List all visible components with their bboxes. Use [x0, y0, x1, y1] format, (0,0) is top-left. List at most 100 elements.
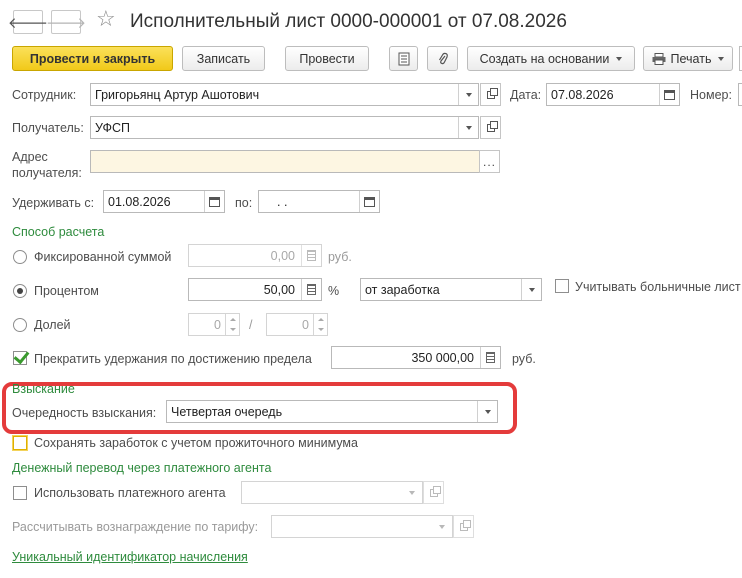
agent-header: Денежный перевод через платежного агента [12, 461, 272, 475]
create-based-on-button[interactable]: Создать на основании [467, 46, 635, 71]
ellipsis-icon: ... [482, 154, 496, 169]
calculator-icon [307, 250, 316, 261]
fee-tariff-dropdown-button[interactable] [432, 516, 452, 537]
fixed-sum-label[interactable]: Фиксированной суммой [34, 250, 171, 264]
keep-minimum-checkbox[interactable] [13, 436, 27, 450]
chevron-down-icon [465, 92, 472, 97]
calendar-icon [664, 89, 675, 100]
page-title: Исполнительный лист 0000-000001 от 07.08… [130, 11, 567, 32]
share-label[interactable]: Долей [34, 318, 71, 332]
priority-dropdown-button[interactable] [477, 401, 497, 422]
report-button[interactable] [389, 46, 418, 71]
stop-limit-unit: руб. [512, 352, 536, 366]
withhold-to-label: по: [235, 196, 253, 210]
fixed-sum-field[interactable]: 0,00 [188, 244, 322, 267]
percent-base-value: от заработка [365, 282, 440, 297]
chevron-down-icon [616, 56, 623, 61]
attach-button[interactable] [427, 46, 458, 71]
sick-leave-label[interactable]: Учитывать больничные лист [575, 280, 741, 294]
fixed-sum-calc-button[interactable] [301, 245, 321, 266]
chevron-down-icon [528, 287, 535, 292]
percent-base-select[interactable]: от заработка [360, 278, 542, 301]
address-field[interactable] [90, 150, 480, 173]
recipient-label: Получатель: [12, 121, 84, 135]
share-denominator-field[interactable]: 0 [266, 313, 328, 336]
fee-tariff-label: Рассчитывать вознаграждение по тарифу: [12, 520, 259, 534]
fee-tariff-select[interactable] [271, 515, 453, 538]
document-list-icon [398, 52, 409, 65]
collection-header: Взыскание [12, 382, 75, 396]
stop-limit-field[interactable]: 350 000,00 [331, 346, 501, 369]
withhold-from-label: Удерживать с: [12, 196, 95, 210]
percent-unit: % [328, 284, 340, 298]
use-agent-label[interactable]: Использовать платежного агента [34, 486, 226, 500]
percent-calc-button[interactable] [301, 279, 321, 300]
number-label: Номер: [690, 88, 732, 102]
chevron-down-icon [484, 409, 491, 414]
print-button[interactable]: Печать [643, 46, 733, 71]
save-button[interactable]: Записать [182, 46, 265, 71]
agent-select[interactable] [241, 481, 423, 504]
stop-limit-checkbox[interactable] [13, 351, 27, 365]
forward-button[interactable]: 🡒 [46, 10, 86, 34]
withhold-from-field[interactable]: 01.08.2026 [103, 190, 225, 213]
date-value: 07.08.2026 [551, 87, 614, 102]
priority-value: Четвертая очередь [171, 404, 283, 419]
percent-field[interactable]: 50,00 [188, 278, 322, 301]
share-radio[interactable] [13, 318, 27, 332]
date-calendar-button[interactable] [659, 84, 679, 105]
number-field[interactable] [738, 83, 742, 106]
withhold-to-calendar-button[interactable] [359, 191, 379, 212]
post-button[interactable]: Провести [285, 46, 369, 71]
employee-field[interactable]: Григорьянц Артур Ашотович [90, 83, 479, 106]
open-form-icon [429, 485, 441, 497]
fixed-sum-unit: руб. [328, 250, 352, 264]
chevron-down-icon [465, 125, 472, 130]
address-label-line1: Адрес [12, 150, 48, 164]
print-label: Печать [670, 51, 712, 66]
withhold-to-value: . . [277, 194, 288, 209]
fixed-sum-radio[interactable] [13, 250, 27, 264]
share-numerator-stepper[interactable] [225, 314, 239, 335]
favorite-star-icon[interactable]: ☆ [96, 8, 116, 30]
percent-base-dropdown-button[interactable] [521, 279, 541, 300]
open-form-icon [459, 519, 471, 531]
calculator-icon [307, 284, 316, 295]
create-based-on-label: Создать на основании [479, 51, 610, 66]
uid-link[interactable]: Уникальный идентификатор начисления [12, 550, 248, 564]
calculator-icon [486, 352, 495, 363]
percent-radio[interactable] [13, 284, 27, 298]
printer-icon [652, 52, 666, 65]
sick-leave-checkbox[interactable] [555, 279, 569, 293]
withhold-from-calendar-button[interactable] [204, 191, 224, 212]
use-agent-checkbox[interactable] [13, 486, 27, 500]
date-field[interactable]: 07.08.2026 [546, 83, 680, 106]
employee-value: Григорьянц Артур Ашотович [95, 87, 260, 102]
agent-dropdown-button[interactable] [402, 482, 422, 503]
address-select-button[interactable]: ... [479, 150, 500, 173]
post-and-close-button[interactable]: Провести и закрыть [12, 46, 173, 71]
employee-open-button[interactable] [480, 83, 501, 106]
recipient-field[interactable]: УФСП [90, 116, 479, 139]
recipient-open-button[interactable] [480, 116, 501, 139]
arrow-left-icon: 🡐 [7, 14, 49, 32]
fixed-sum-value: 0,00 [270, 248, 295, 263]
priority-select[interactable]: Четвертая очередь [166, 400, 498, 423]
stop-limit-label[interactable]: Прекратить удержания по достижению преде… [34, 352, 312, 366]
share-numerator-value: 0 [214, 317, 221, 332]
percent-label[interactable]: Процентом [34, 284, 99, 298]
withhold-from-value: 01.08.2026 [108, 194, 171, 209]
calendar-icon [364, 196, 375, 207]
back-button[interactable]: 🡐 [8, 10, 48, 34]
employee-dropdown-button[interactable] [458, 84, 478, 105]
recipient-dropdown-button[interactable] [458, 117, 478, 138]
keep-minimum-label[interactable]: Сохранять заработок с учетом прожиточног… [34, 436, 358, 450]
recipient-value: УФСП [95, 120, 131, 135]
stop-limit-calc-button[interactable] [480, 347, 500, 368]
address-label-line2: получателя: [12, 166, 82, 180]
withhold-to-field[interactable]: . . [258, 190, 380, 213]
fee-tariff-open-button[interactable] [453, 515, 474, 538]
agent-open-button[interactable] [423, 481, 444, 504]
share-denominator-stepper[interactable] [313, 314, 327, 335]
share-numerator-field[interactable]: 0 [188, 313, 240, 336]
